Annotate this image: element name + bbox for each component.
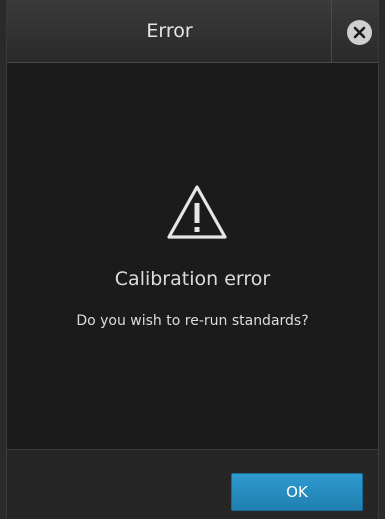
error-dialog: Error Calibration error Do you wish to r… — [6, 0, 379, 519]
dialog-header: Error — [7, 0, 378, 63]
dialog-body: Calibration error Do you wish to re-run … — [7, 64, 378, 449]
message-text: Do you wish to re-run standards? — [76, 313, 309, 329]
warning-triangle-icon — [167, 185, 227, 239]
message-title: Calibration error — [114, 268, 271, 290]
ok-button[interactable]: OK — [231, 473, 363, 511]
header-divider — [331, 0, 332, 63]
dialog-title: Error — [146, 20, 193, 42]
close-icon — [353, 26, 366, 39]
dialog-footer: OK — [7, 449, 378, 519]
close-button[interactable] — [347, 20, 372, 45]
